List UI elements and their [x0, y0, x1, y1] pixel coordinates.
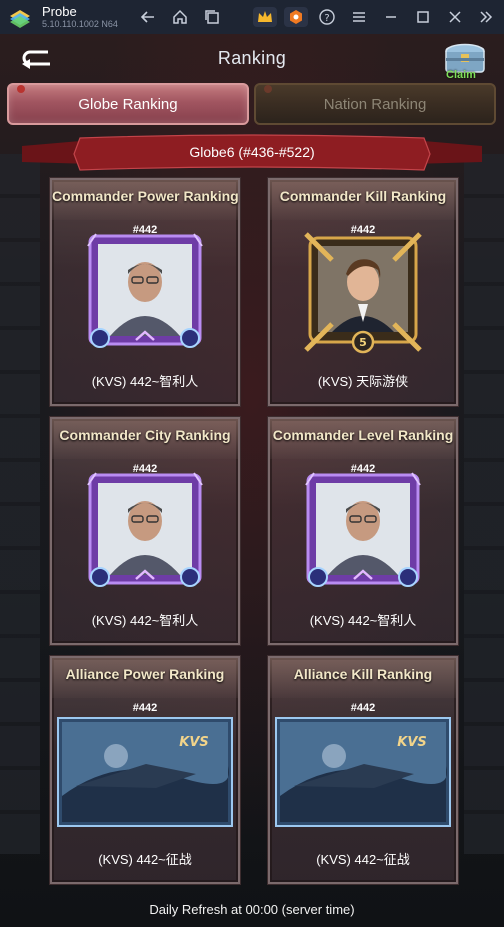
- card-server-rank: #442: [132, 224, 158, 236]
- card-title: Alliance Kill Ranking: [293, 666, 433, 682]
- page-title: Ranking: [217, 48, 287, 68]
- tab-label: Nation Ranking: [323, 95, 427, 113]
- app-title: Probe: [42, 4, 77, 19]
- card-server-rank: #442: [132, 702, 158, 714]
- ranking-card-alliance-power[interactable]: Alliance Power Ranking #442 KVS (KVS) 44…: [50, 656, 240, 884]
- minimize-icon[interactable]: [381, 7, 401, 27]
- emulator-titlebar: Probe 5.10.110.1002 N64 ?: [0, 0, 504, 34]
- globe-range-label: Globe6 (#436-#522): [189, 144, 315, 160]
- ranking-card-commander-kill[interactable]: Commander Kill Ranking #442 5 (KVS) 天际游侠: [268, 178, 458, 406]
- svg-text:5: 5: [359, 336, 367, 349]
- card-server-rank: #442: [132, 463, 158, 475]
- commander-name: (KVS) 天际游侠: [317, 374, 409, 389]
- tab-nation-ranking[interactable]: Nation Ranking: [254, 83, 496, 125]
- hexagon-icon[interactable]: [284, 7, 308, 27]
- multi-window-icon[interactable]: [202, 7, 222, 27]
- ranking-card-commander-city[interactable]: Commander City Ranking #442 (KVS) 442~智利…: [50, 417, 240, 645]
- home-icon[interactable]: [170, 7, 190, 27]
- svg-text:?: ?: [324, 13, 329, 24]
- collapse-icon[interactable]: [476, 7, 496, 27]
- alliance-name: (KVS) 442~征战: [316, 852, 410, 867]
- ranking-card-commander-level[interactable]: Commander Level Ranking #442 (KVS) 442~智…: [268, 417, 458, 645]
- commander-name: (KVS) 442~智利人: [309, 613, 417, 628]
- tab-corner-dot: [264, 85, 272, 93]
- avatar-frame-purple: [87, 472, 203, 587]
- card-title: Commander Level Ranking: [272, 427, 454, 443]
- menu-icon[interactable]: [349, 7, 369, 27]
- avatar-frame-purple: [305, 472, 421, 587]
- card-title: Commander Kill Ranking: [279, 188, 447, 204]
- ranking-card-commander-power[interactable]: Commander Power Ranking #442 (KVS) 442~智…: [50, 178, 240, 406]
- svg-text:KVS: KVS: [179, 735, 209, 750]
- alliance-emblem: KVS: [275, 717, 451, 827]
- card-title: Commander Power Ranking: [52, 188, 239, 204]
- app-version: 5.10.110.1002 N64: [42, 19, 118, 29]
- help-icon[interactable]: ?: [317, 7, 337, 27]
- svg-text:KVS: KVS: [397, 735, 427, 750]
- card-title: Alliance Power Ranking: [65, 666, 225, 682]
- tab-globe-ranking[interactable]: Globe Ranking: [7, 83, 249, 125]
- back-arrow-icon[interactable]: [138, 7, 158, 27]
- daily-refresh-note: Daily Refresh at 00:00 (server time): [149, 902, 355, 917]
- ranking-card-alliance-kill[interactable]: Alliance Kill Ranking #442 KVS (KVS) 442…: [268, 656, 458, 884]
- commander-name: (KVS) 442~智利人: [91, 613, 199, 628]
- close-icon[interactable]: [445, 7, 465, 27]
- tab-label: Globe Ranking: [78, 95, 178, 113]
- card-server-rank: #442: [350, 224, 376, 236]
- tab-corner-dot: [17, 85, 25, 93]
- maximize-icon[interactable]: [413, 7, 433, 27]
- card-server-rank: #442: [350, 702, 376, 714]
- alliance-name: (KVS) 442~征战: [98, 852, 192, 867]
- commander-name: (KVS) 442~智利人: [91, 374, 199, 389]
- logo-icon: [10, 10, 30, 28]
- claim-label[interactable]: Claim: [446, 69, 476, 81]
- avatar-frame-gold: 5: [304, 232, 422, 354]
- background-panel-right: [464, 154, 504, 854]
- avatar-frame-purple: [87, 233, 203, 348]
- game-screen: Ranking Claim Globe Ranking Nation Ranki…: [0, 34, 504, 927]
- background-panel-left: [0, 154, 40, 854]
- card-server-rank: #442: [350, 463, 376, 475]
- crown-icon[interactable]: [253, 7, 277, 27]
- alliance-emblem: KVS: [57, 717, 233, 827]
- card-title: Commander City Ranking: [59, 427, 231, 443]
